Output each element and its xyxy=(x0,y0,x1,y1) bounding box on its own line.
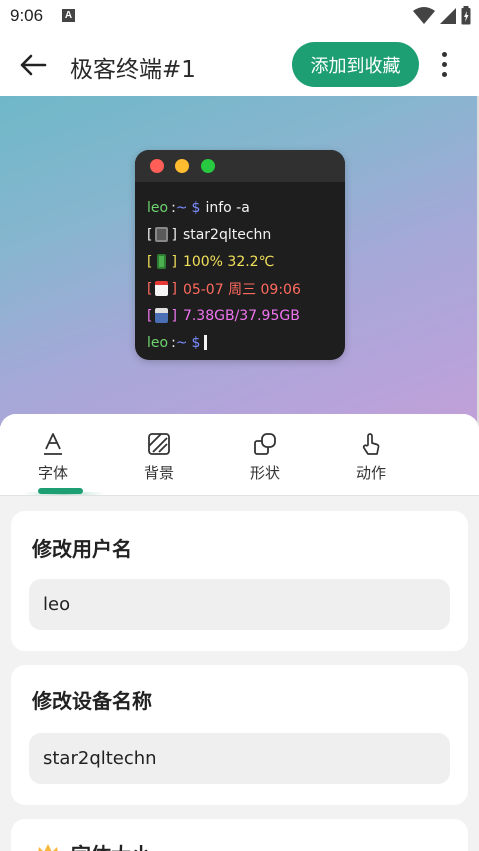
terminal-command-line: leo : ~ $ info -a xyxy=(147,194,345,221)
tab-background-label: 背景 xyxy=(143,464,174,482)
battery-status-text: 100% 32.2℃ xyxy=(182,253,275,270)
minimize-dot-icon xyxy=(175,159,189,173)
page-title: 极客终端#1 xyxy=(70,57,196,83)
bracket-open: [ xyxy=(147,253,153,270)
tab-font[interactable]: 字体 xyxy=(0,414,106,495)
prompt-user: leo xyxy=(147,334,169,351)
add-to-favorites-button[interactable]: 添加到收藏 xyxy=(292,42,419,87)
terminal-widget-preview: leo : ~ $ info -a [ ] star2qltechn [ ] 1… xyxy=(135,150,345,360)
tab-shape-label: 形状 xyxy=(249,464,280,482)
font-icon xyxy=(44,433,62,455)
command-text: info -a xyxy=(205,199,250,216)
bracket-close: ] xyxy=(171,226,177,243)
wifi-icon xyxy=(413,6,435,24)
battery-emoji-icon xyxy=(157,254,167,269)
floppy-disk-icon xyxy=(155,308,169,323)
prompt-path: ~ xyxy=(175,334,188,351)
status-icons xyxy=(413,6,471,25)
bracket-open: [ xyxy=(147,307,153,324)
touch-gesture-icon xyxy=(362,433,380,455)
terminal-battery-line: [ ] 100% 32.2℃ xyxy=(147,248,345,275)
status-bar: 9:06 A xyxy=(0,0,479,32)
bracket-close: ] xyxy=(171,280,177,297)
prompt-path: ~ xyxy=(175,199,188,216)
terminal-cursor xyxy=(204,335,208,350)
phone-icon xyxy=(155,227,169,242)
terminal-titlebar xyxy=(135,150,345,182)
tab-font-label: 字体 xyxy=(37,464,68,482)
maximize-dot-icon xyxy=(201,159,215,173)
back-button[interactable] xyxy=(16,48,50,82)
bracket-close: ] xyxy=(171,307,177,324)
storage-text: 7.38GB/37.95GB xyxy=(182,307,300,324)
username-field[interactable]: leo xyxy=(29,579,450,630)
settings-tabs: 字体 背景 形状 动作 xyxy=(0,414,479,496)
tab-action[interactable]: 动作 xyxy=(318,414,424,495)
battery-icon xyxy=(461,6,471,25)
tab-indicator xyxy=(38,488,83,494)
more-vert-icon xyxy=(441,51,447,57)
arrow-left-icon xyxy=(20,54,47,76)
terminal-device-line: [ ] star2qltechn xyxy=(147,221,345,248)
device-name-text: star2qltechn xyxy=(182,226,272,243)
background-pattern-icon xyxy=(148,433,170,455)
notification-badge-icon: A xyxy=(62,9,75,22)
bracket-open: [ xyxy=(147,280,153,297)
shapes-icon xyxy=(254,433,276,455)
terminal-prompt-line: leo : ~ $ xyxy=(147,329,345,356)
tab-action-label: 动作 xyxy=(355,464,386,482)
app-bar: 极客终端#1 添加到收藏 xyxy=(0,32,479,96)
terminal-date-line: [ ] 05-07 周三 09:06 xyxy=(147,275,345,302)
close-dot-icon xyxy=(150,159,164,173)
device-name-field[interactable]: star2qltechn xyxy=(29,733,450,784)
bracket-close: ] xyxy=(171,253,177,270)
prompt-user: leo xyxy=(147,199,169,216)
font-size-card-title: 字体大小 xyxy=(71,839,151,851)
bracket-open: [ xyxy=(147,226,153,243)
status-time: 9:06 xyxy=(10,6,44,25)
more-vert-dot xyxy=(441,71,447,77)
prompt-symbol: $ xyxy=(191,199,201,216)
device-name-card: 修改设备名称 star2qltechn xyxy=(11,665,468,805)
tab-shape[interactable]: 形状 xyxy=(212,414,318,495)
prompt-symbol: $ xyxy=(191,334,201,351)
terminal-body: leo : ~ $ info -a [ ] star2qltechn [ ] 1… xyxy=(135,182,345,356)
calendar-icon xyxy=(155,281,169,296)
username-card-title: 修改用户名 xyxy=(32,537,132,561)
more-options-button[interactable] xyxy=(432,47,456,81)
date-text: 05-07 周三 09:06 xyxy=(182,281,301,298)
terminal-storage-line: [ ] 7.38GB/37.95GB xyxy=(147,302,345,329)
tab-background[interactable]: 背景 xyxy=(106,414,212,495)
more-vert-dot xyxy=(441,61,447,67)
signal-icon xyxy=(440,7,456,24)
device-name-card-title: 修改设备名称 xyxy=(32,689,152,713)
username-card: 修改用户名 leo xyxy=(11,511,468,651)
font-size-card: 字体大小 xyxy=(11,819,468,851)
crown-icon xyxy=(38,844,58,851)
